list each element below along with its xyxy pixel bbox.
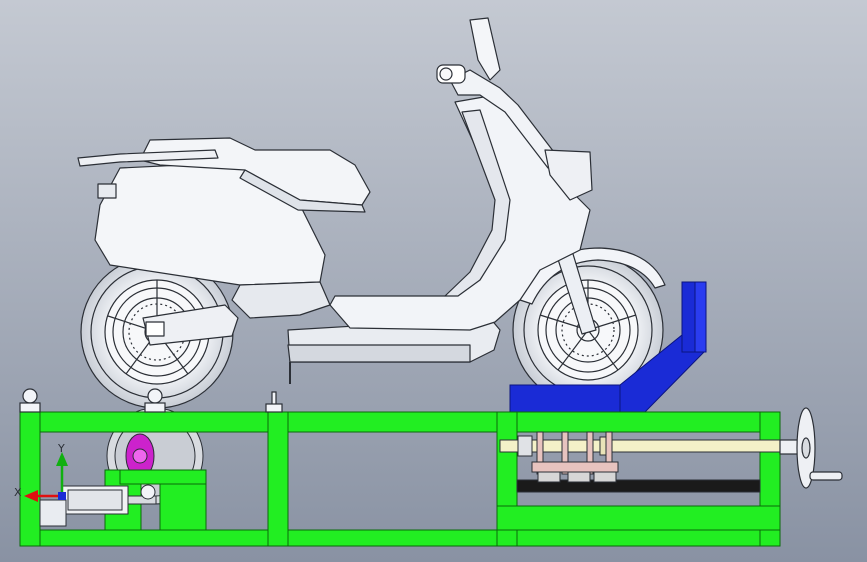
y-axis-label: Y xyxy=(57,442,65,455)
cad-viewport[interactable]: X Y xyxy=(0,0,867,562)
roller-support-tie xyxy=(119,469,207,485)
cylinder-clevis xyxy=(140,484,156,500)
handwheel-crank xyxy=(809,471,843,481)
cylinder-end-cap xyxy=(39,499,67,527)
grip-end-cap xyxy=(439,67,453,81)
assembly-drawing: X Y xyxy=(0,0,867,562)
rail-bolt-left xyxy=(517,435,533,457)
tail-light xyxy=(97,183,117,199)
x-axis-label: X xyxy=(14,486,22,499)
floorboard-side xyxy=(287,344,471,363)
rear-axle-nut xyxy=(145,321,165,337)
frame-inner-rail xyxy=(496,505,781,531)
triad-origin xyxy=(58,492,66,500)
clamp-upright-highlight xyxy=(694,281,707,353)
clamp-base-plate xyxy=(509,384,639,414)
frame-bottom-rail xyxy=(19,529,781,547)
frame-top-rail xyxy=(19,411,781,433)
frame-post-mid1 xyxy=(267,411,289,547)
frame-post-left xyxy=(19,411,41,547)
